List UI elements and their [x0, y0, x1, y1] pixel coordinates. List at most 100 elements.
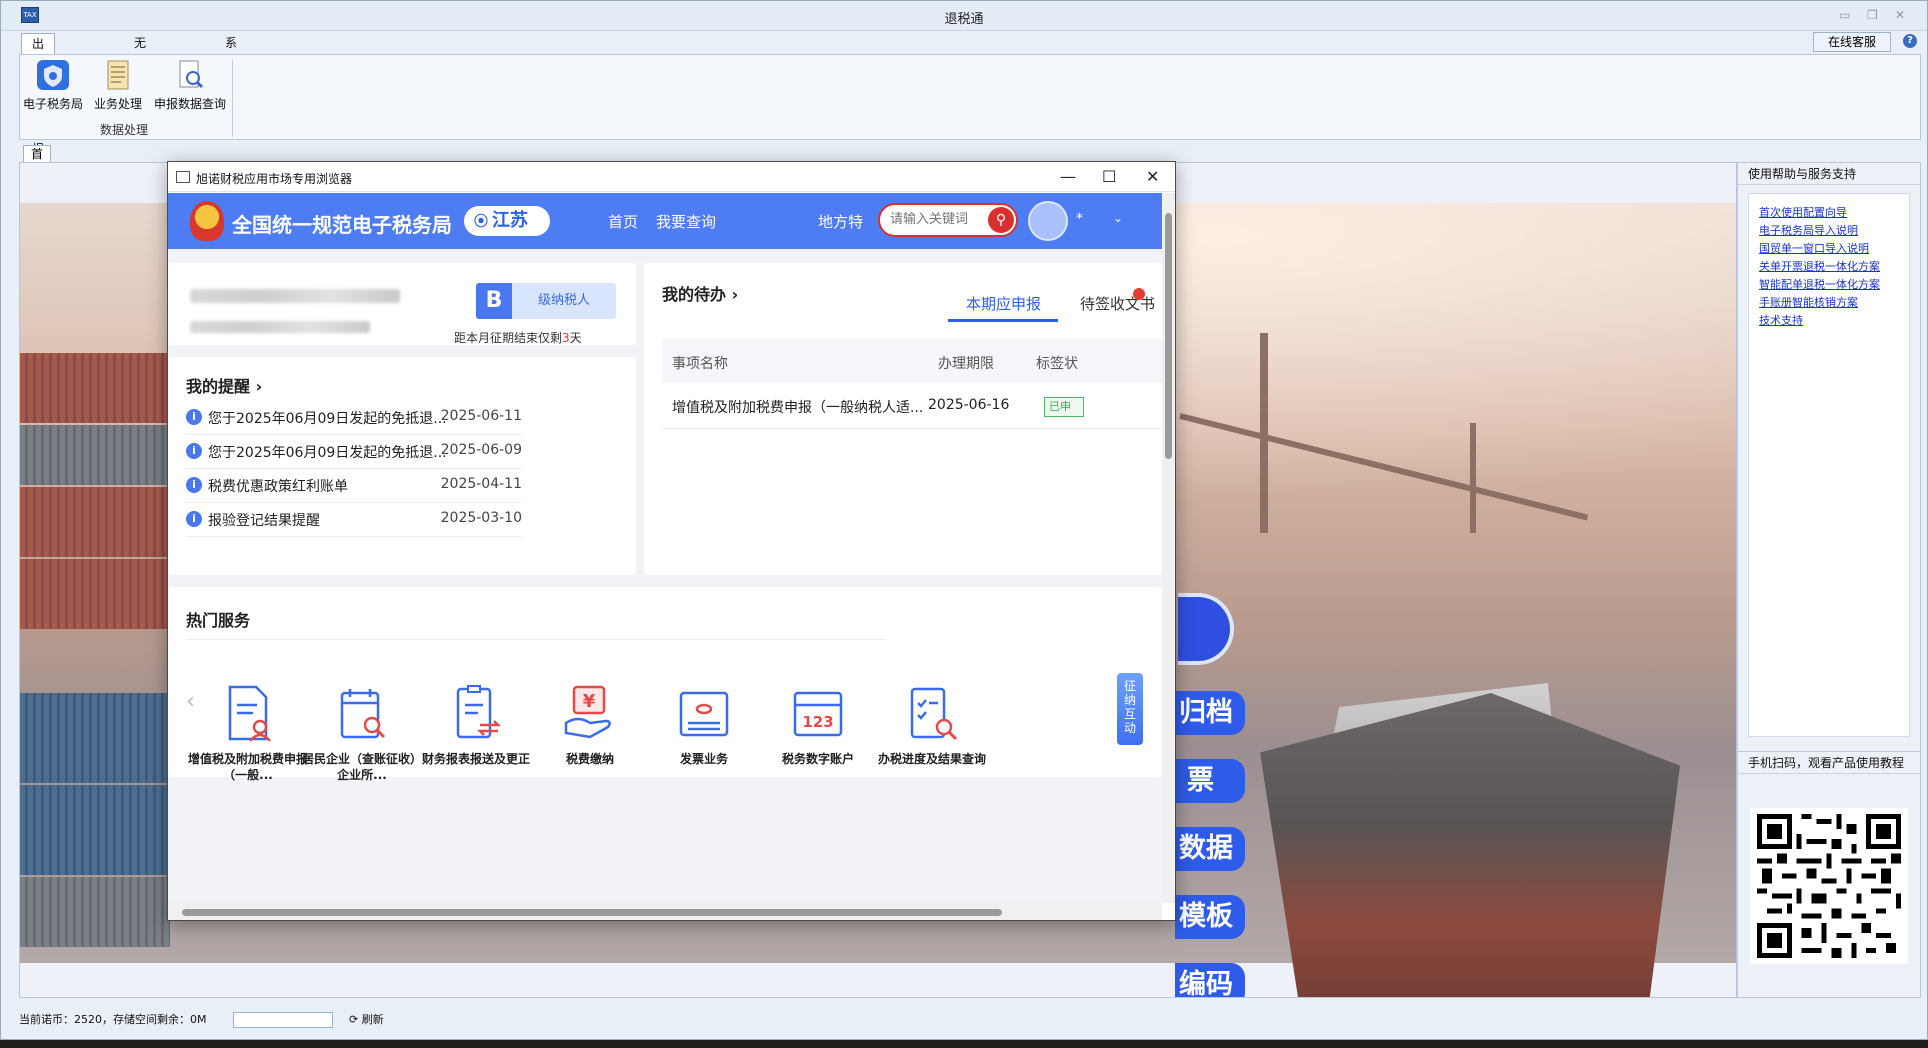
service-enterprise-income[interactable]: 居民企业（查账征收）企业所...	[302, 683, 422, 783]
tab-export-refund[interactable]: 出口退税申报	[21, 33, 56, 156]
reminder-item[interactable]: i 报验登记结果提醒 2025-03-10	[186, 503, 522, 537]
browser-minimize-icon[interactable]: —	[1060, 167, 1076, 186]
site-name: 全国统一规范电子税务局	[232, 213, 452, 237]
help-link[interactable]: 手账册智能核销方案	[1759, 294, 1909, 312]
todo-card: 我的待办 › 本期应申报 待签收文书 事项名称 办理期限 标签状 增值税及附加税…	[644, 263, 1162, 575]
help-link[interactable]: 国贸单一窗口导入说明	[1759, 240, 1909, 258]
container-stack	[20, 877, 170, 947]
refresh-button[interactable]: ⟳ 刷新	[349, 1009, 384, 1031]
help-link[interactable]: 关单开票退税一体化方案	[1759, 258, 1909, 276]
help-link[interactable]: 技术支持	[1759, 312, 1909, 330]
hot-services-title: 热门服务	[186, 611, 251, 630]
digital-account-icon: 123	[790, 683, 846, 743]
service-progress-query[interactable]: 办税进度及结果查询	[872, 683, 992, 767]
svg-text:123: 123	[802, 713, 833, 731]
online-service-button[interactable]: 在线客服	[1813, 32, 1891, 52]
nav-local-feature[interactable]: 地方特	[818, 211, 863, 232]
todo-item-deadline: 2025-06-16	[928, 397, 1010, 413]
region-label: 江苏	[492, 210, 528, 231]
browser-close-icon[interactable]: ✕	[1146, 167, 1159, 186]
reminders-card: 我的提醒 › i 您于2025年06月09日发起的免抵退... 2025-06-…	[168, 357, 636, 575]
container-stack	[20, 785, 170, 875]
help-link[interactable]: 电子税务局导入说明	[1759, 222, 1909, 240]
tab-home[interactable]: 首页	[23, 145, 52, 177]
browser-viewport: 全国统一规范电子税务局 ⦿江苏 首页 我要查询 地方特 ⚲ * ⌄ B 级纳税人…	[168, 193, 1162, 903]
container-stack	[20, 353, 170, 423]
side-button-template[interactable]: 模板	[1175, 895, 1245, 939]
user-name[interactable]: *	[1076, 211, 1083, 227]
reminder-item[interactable]: i 您于2025年06月09日发起的免抵退... 2025-06-11	[186, 401, 522, 435]
business-processing-button[interactable]: 业务处理	[92, 59, 144, 112]
restore-icon[interactable]: ❐	[1867, 8, 1878, 22]
horizontal-scrollbar[interactable]	[168, 903, 1162, 920]
service-vat-declaration[interactable]: 增值税及附加税费申报（一般...	[188, 683, 308, 783]
location-pin-icon: ⦿	[474, 214, 488, 230]
service-financial-report[interactable]: 财务报表报送及更正	[416, 683, 536, 767]
side-button-code[interactable]: 编码	[1175, 963, 1245, 997]
minimize-icon[interactable]: ▭	[1839, 8, 1850, 22]
region-selector[interactable]: ⦿ 江苏	[464, 206, 550, 236]
nav-home[interactable]: 首页	[608, 211, 638, 232]
tab-system-maintenance[interactable]: 系统维护	[215, 33, 247, 113]
service-tax-payment[interactable]: ¥ 税费缴纳	[530, 683, 650, 767]
help-link[interactable]: 首次使用配置向导	[1759, 204, 1909, 222]
service-label: 财务报表报送及更正	[421, 752, 530, 766]
interaction-float-tab[interactable]: 征纳互动	[1117, 673, 1143, 745]
nav-query[interactable]: 我要查询	[656, 211, 716, 232]
browser-maximize-icon[interactable]: ☐	[1102, 167, 1116, 186]
reminder-item[interactable]: i 税费优惠政策红利账单 2025-04-11	[186, 469, 522, 503]
divider	[186, 639, 886, 640]
side-button-invoice[interactable]: 票	[1175, 759, 1245, 803]
deadline-prefix: 距本月征期结束仅剩	[454, 331, 563, 345]
help-panel-title: 使用帮助与服务支持	[1738, 163, 1920, 185]
declaration-query-button[interactable]: 申报数据查询	[152, 59, 228, 112]
vertical-scrollbar[interactable]	[1162, 193, 1175, 903]
calendar-search-icon	[334, 683, 390, 743]
taxpayer-type: 级纳税人	[512, 283, 616, 319]
vat-declaration-icon	[220, 683, 276, 743]
horizontal-scroll-thumb[interactable]	[182, 909, 1002, 916]
todo-table-header: 事项名称 办理期限 标签状	[662, 339, 1162, 383]
document-icon	[101, 59, 135, 91]
user-avatar[interactable]	[1028, 201, 1068, 241]
search-input[interactable]	[890, 212, 980, 227]
site-search: ⚲	[878, 203, 1018, 237]
chevron-down-icon[interactable]: ⌄	[1113, 211, 1123, 225]
qr-panel: 手机扫码，观看产品使用教程	[1737, 751, 1921, 998]
service-label: 税务数字账户	[781, 752, 854, 766]
credit-grade-badge: B	[476, 283, 512, 319]
todo-title[interactable]: 我的待办 ›	[662, 281, 738, 305]
service-label: 税费缴纳	[565, 752, 614, 766]
tab-paperless-filing[interactable]: 无纸化备案	[124, 33, 156, 134]
info-icon: i	[186, 443, 202, 459]
crane-tower	[1470, 423, 1476, 533]
etax-bureau-button[interactable]: 电子税务局	[22, 59, 84, 112]
etax-bureau-label: 电子税务局	[22, 97, 83, 111]
report-exchange-icon	[448, 683, 504, 743]
status-progress-field	[233, 1012, 333, 1028]
container-stack	[20, 425, 170, 485]
close-icon[interactable]: ✕	[1895, 8, 1905, 22]
side-button-data[interactable]: 数据	[1175, 827, 1245, 871]
service-digital-account[interactable]: 123 税务数字账户	[758, 683, 878, 767]
reminders-title[interactable]: 我的提醒 ›	[186, 373, 262, 397]
help-link[interactable]: 智能配单退税一体化方案	[1759, 276, 1909, 294]
table-row[interactable]: 增值税及附加税费申报（一般纳税人适... 2025-06-16 已申	[662, 383, 1162, 429]
search-icon[interactable]: ⚲	[988, 207, 1014, 233]
reminder-date: 2025-06-09	[440, 442, 522, 458]
browser-title-bar: 旭诺财税应用市场专用浏览器 — ☐ ✕	[168, 162, 1175, 192]
active-tab-indicator	[948, 319, 1058, 322]
service-invoice[interactable]: 发票业务	[644, 683, 764, 767]
site-header: 全国统一规范电子税务局 ⦿江苏 首页 我要查询 地方特 ⚲ * ⌄	[168, 193, 1162, 249]
refresh-label: 刷新	[361, 1013, 384, 1026]
shield-icon	[36, 59, 70, 91]
ribbon-group-label: 数据处理	[99, 123, 148, 137]
side-button-archive[interactable]: 归档	[1175, 691, 1245, 735]
reminder-item[interactable]: i 您于2025年06月09日发起的免抵退... 2025-06-09	[186, 435, 522, 469]
tab-current-declaration[interactable]: 本期应申报	[966, 293, 1041, 314]
checklist-search-icon	[904, 683, 960, 743]
vertical-scroll-thumb[interactable]	[1165, 213, 1172, 459]
service-label: 办税进度及结果查询	[877, 752, 986, 766]
notification-dot	[1133, 288, 1145, 300]
help-icon[interactable]: ?	[1903, 34, 1917, 48]
